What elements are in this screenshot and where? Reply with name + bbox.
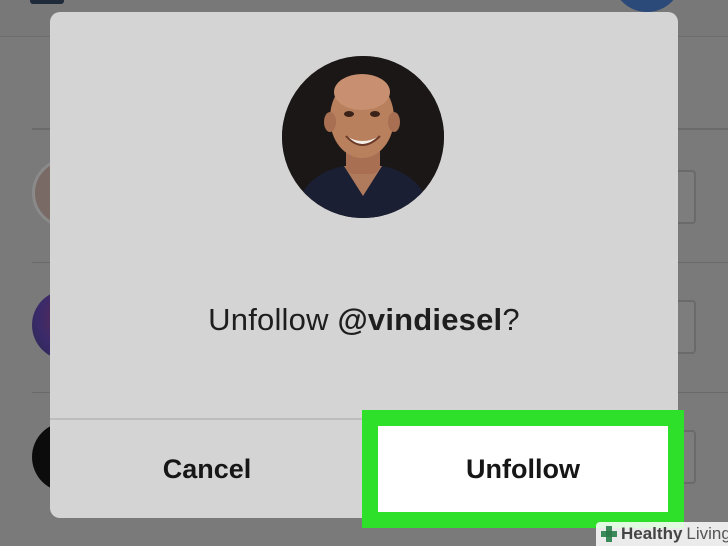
watermark: Healthy Living — [596, 522, 728, 546]
cancel-button[interactable]: Cancel — [50, 420, 364, 518]
prompt-suffix: ? — [502, 302, 520, 337]
background-profile-icon — [612, 0, 682, 12]
username-handle: @vindiesel — [337, 302, 503, 337]
profile-avatar — [282, 56, 444, 218]
watermark-brand-suffix: Living — [686, 524, 728, 543]
profile-photo — [282, 56, 444, 218]
unfollow-prompt: Unfollow @vindiesel? — [50, 302, 678, 338]
plus-logo-icon — [601, 526, 617, 542]
background-nav-icon — [30, 0, 64, 4]
unfollow-button[interactable]: Unfollow — [378, 426, 668, 512]
screen: Unfollow @vindiesel? Cancel Unfollow Hea… — [0, 0, 728, 546]
prompt-prefix: Unfollow — [208, 302, 338, 337]
watermark-brand: Healthy — [621, 524, 683, 543]
